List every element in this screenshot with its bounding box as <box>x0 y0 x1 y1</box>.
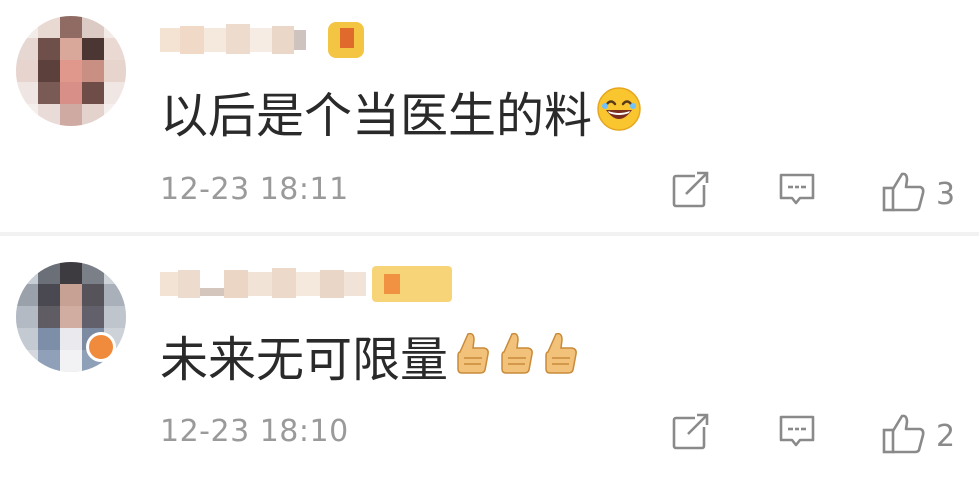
comment-text: 未来无可限量 <box>160 330 580 390</box>
share-button[interactable] <box>670 168 712 214</box>
thumbs-up-icon <box>880 168 928 220</box>
timestamp: 12-23 18:11 <box>160 172 349 207</box>
like-button[interactable]: 3 <box>880 168 955 220</box>
share-button[interactable] <box>670 410 712 456</box>
thumbs-up-emoji-icon <box>496 330 536 390</box>
thumbs-up-emoji-icon <box>452 330 492 390</box>
username-blurred[interactable] <box>160 262 460 306</box>
username-blurred[interactable] <box>160 18 370 62</box>
verified-badge-icon <box>86 332 116 362</box>
reply-button[interactable] <box>776 168 818 214</box>
like-count: 3 <box>936 176 956 212</box>
thumbs-up-icon <box>880 410 928 462</box>
share-icon <box>670 168 712 214</box>
comment-icon <box>776 410 818 456</box>
comment-icon <box>776 168 818 214</box>
reply-button[interactable] <box>776 410 818 456</box>
share-icon <box>670 410 712 456</box>
comment-text-content: 未来无可限量 <box>160 332 449 388</box>
laughing-emoji-icon <box>596 86 642 146</box>
comment-item: 未来无可限量 12-23 18:10 2 <box>0 236 979 492</box>
comment-item: 以后是个当医生的料 12-23 18:11 3 <box>0 0 979 232</box>
avatar[interactable] <box>16 16 126 126</box>
like-button[interactable]: 2 <box>880 410 955 462</box>
comment-text-content: 以后是个当医生的料 <box>160 88 593 144</box>
timestamp: 12-23 18:10 <box>160 414 349 449</box>
like-count: 2 <box>936 418 956 454</box>
comment-text: 以后是个当医生的料 <box>160 86 642 146</box>
thumbs-up-emoji-icon <box>540 330 580 390</box>
